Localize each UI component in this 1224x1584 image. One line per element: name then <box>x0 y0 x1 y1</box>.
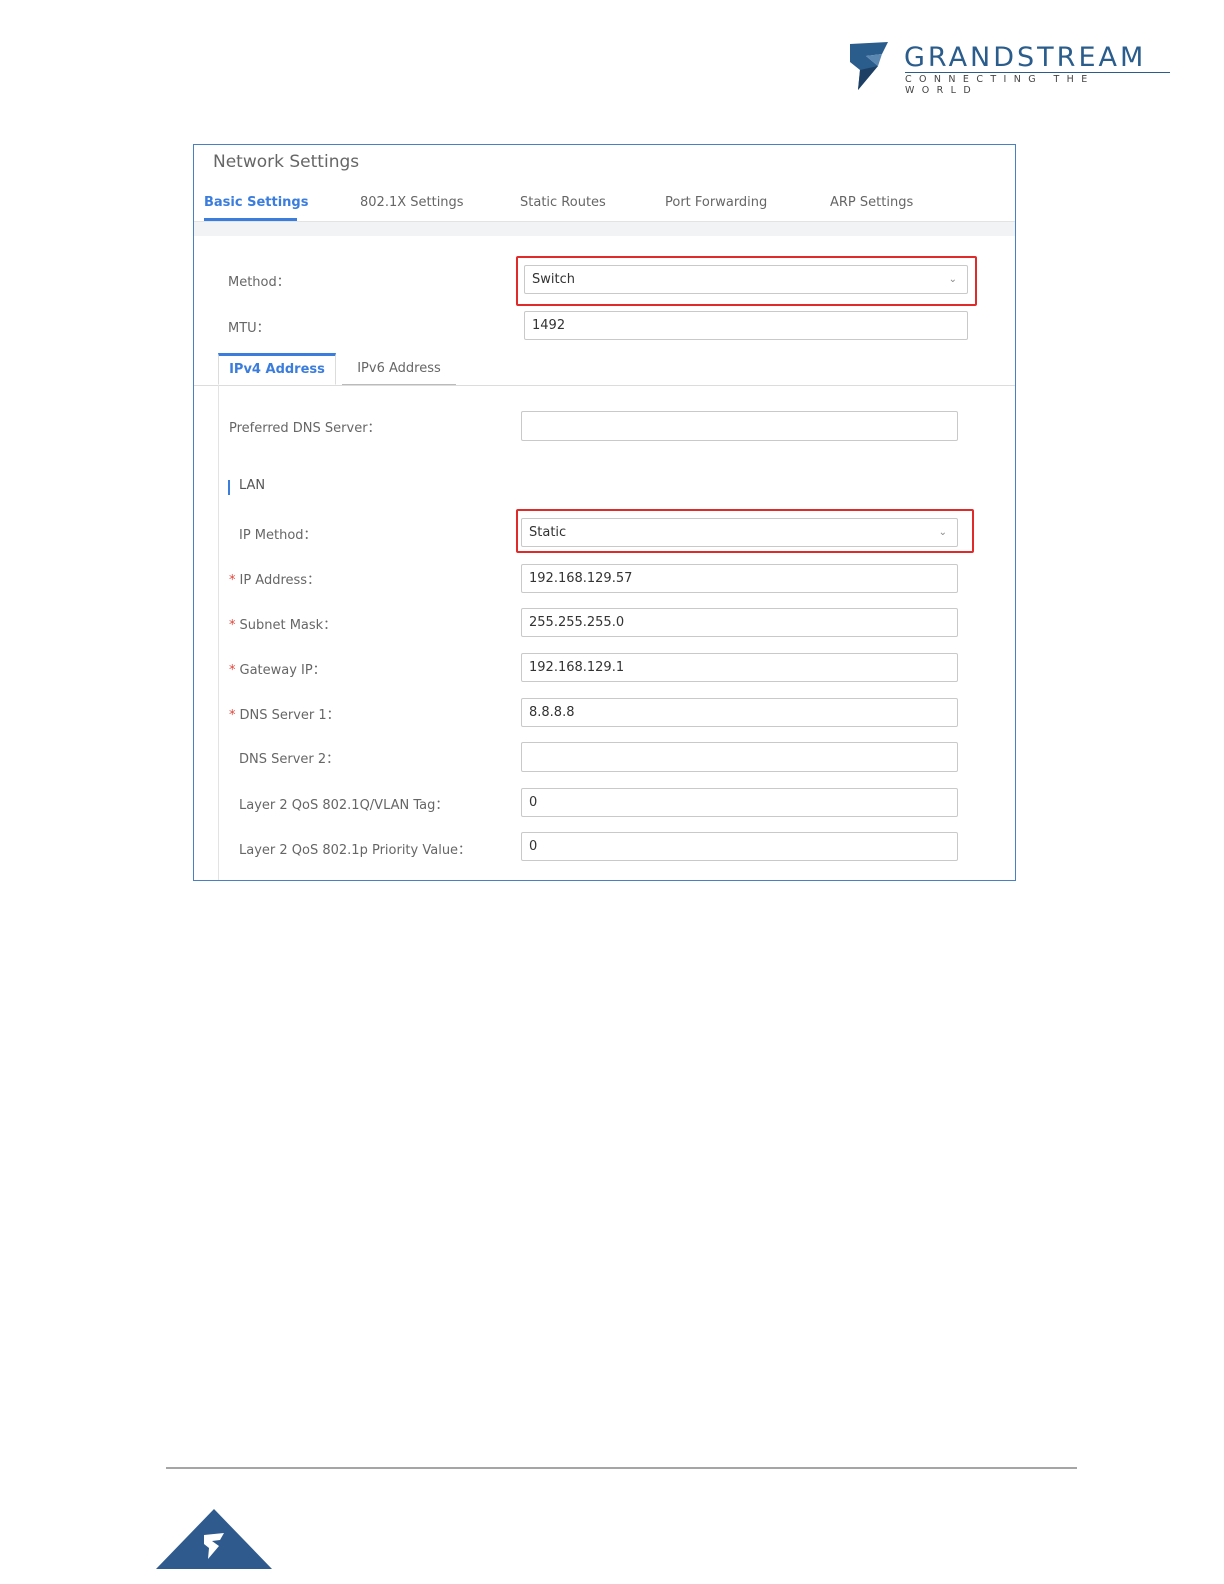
footer-logo-icon <box>156 1509 272 1569</box>
method-label: Method： <box>228 275 290 290</box>
vlan-tag-input[interactable]: 0 <box>521 788 958 817</box>
grandstream-logo-mark-icon <box>850 42 888 90</box>
mtu-input[interactable]: 1492 <box>524 311 968 340</box>
preferred-dns-label: Preferred DNS Server： <box>229 421 381 436</box>
page-title: Network Settings <box>213 152 360 172</box>
footer-divider <box>166 1467 1077 1469</box>
vlan-tag-label: Layer 2 QoS 802.1Q/VLAN Tag： <box>239 798 449 813</box>
subnet-mask-input[interactable]: 255.255.255.0 <box>521 608 958 637</box>
tab-basic-settings[interactable]: Basic Settings <box>204 195 308 210</box>
required-marker: * <box>229 663 236 678</box>
tab-ipv6-address[interactable]: IPv6 Address <box>342 353 456 385</box>
chevron-down-icon: ⌄ <box>938 527 947 538</box>
required-marker: * <box>229 573 236 588</box>
dns-server-2-label: DNS Server 2： <box>239 752 340 767</box>
ip-method-select-value: Static <box>529 525 567 540</box>
gateway-ip-input[interactable]: 192.168.129.1 <box>521 653 958 682</box>
gateway-ip-label: * Gateway IP： <box>229 663 326 678</box>
preferred-dns-input[interactable] <box>521 411 958 441</box>
active-tab-indicator <box>204 218 297 221</box>
dns-server-1-label: * DNS Server 1： <box>229 708 340 723</box>
lan-heading: LAN <box>239 478 266 493</box>
section-band <box>194 222 1015 236</box>
tab-ipv4-address[interactable]: IPv4 Address <box>218 353 336 385</box>
method-select-value: Switch <box>532 272 575 287</box>
priority-value-input[interactable]: 0 <box>521 832 958 861</box>
brand-divider <box>905 72 1170 73</box>
brand-name: GRANDSTREAM <box>904 42 1147 73</box>
ip-address-input[interactable]: 192.168.129.57 <box>521 564 958 593</box>
method-select[interactable]: Switch ⌄ <box>524 265 968 294</box>
chevron-down-icon: ⌄ <box>948 274 957 285</box>
settings-tabs: Basic Settings 802.1X Settings Static Ro… <box>194 189 1015 222</box>
lan-heading-marker <box>228 480 230 495</box>
content-left-border <box>218 385 219 880</box>
required-marker: * <box>229 708 236 723</box>
ip-address-label: * IP Address： <box>229 573 321 588</box>
subnet-mask-label: * Subnet Mask： <box>229 618 337 633</box>
dns-server-1-input[interactable]: 8.8.8.8 <box>521 698 958 727</box>
network-settings-panel: Network Settings Basic Settings 802.1X S… <box>193 144 1016 881</box>
priority-value-label: Layer 2 QoS 802.1p Priority Value： <box>239 843 472 858</box>
tab-port-forwarding[interactable]: Port Forwarding <box>665 195 767 210</box>
required-marker: * <box>229 618 236 633</box>
tab-static-routes[interactable]: Static Routes <box>520 195 606 210</box>
dns-server-2-input[interactable] <box>521 742 958 772</box>
tab-8021x-settings[interactable]: 802.1X Settings <box>360 195 464 210</box>
ip-method-select[interactable]: Static ⌄ <box>521 518 958 547</box>
address-tabs: IPv4 Address IPv6 Address <box>194 353 1015 386</box>
ip-method-label: IP Method： <box>239 528 317 543</box>
grandstream-logo: GRANDSTREAM CONNECTING THE WORLD <box>848 40 1178 96</box>
tab-arp-settings[interactable]: ARP Settings <box>830 195 913 210</box>
mtu-label: MTU： <box>228 321 270 336</box>
brand-tagline: CONNECTING THE WORLD <box>905 74 1095 96</box>
